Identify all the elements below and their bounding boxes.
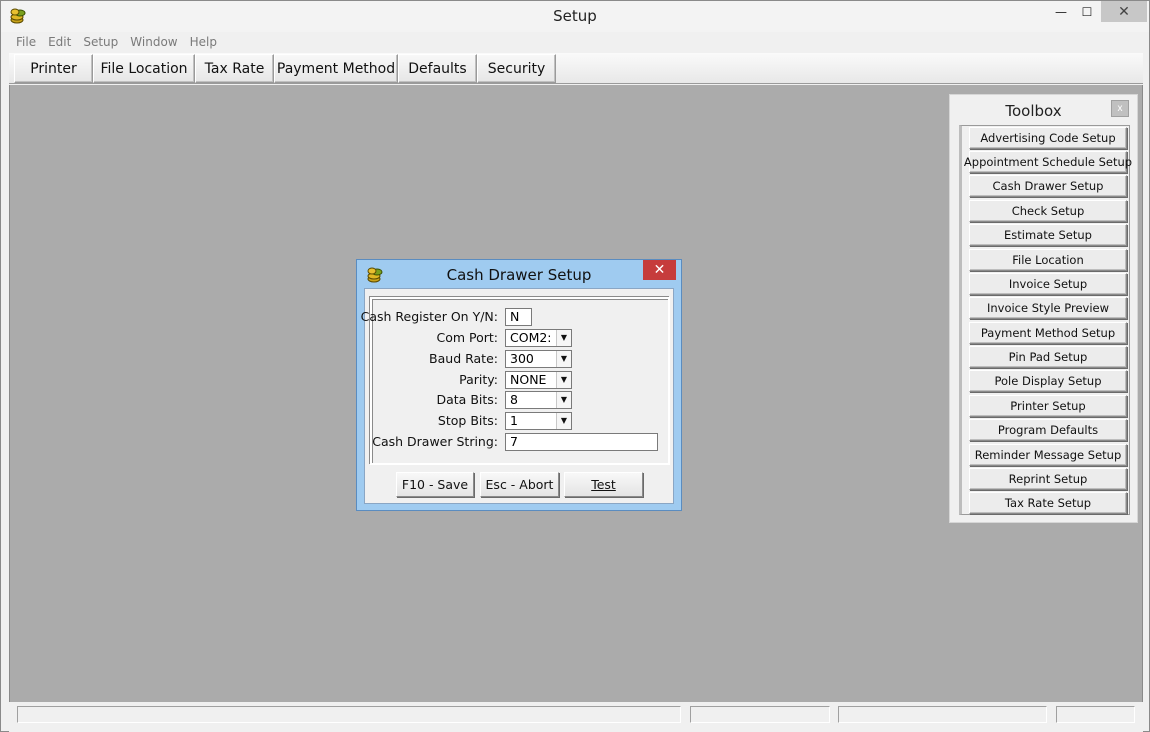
window-title: Setup [553,7,597,25]
chevron-down-icon[interactable]: ▼ [556,413,571,429]
status-pane-3 [838,706,1047,723]
dialog-title-bar[interactable]: Cash Drawer Setup ✕ [357,260,681,288]
title-bar: Setup — ☐ ✕ [1,1,1149,32]
tool-tax-rate-setup[interactable]: Tax Rate Setup [969,492,1127,514]
minimize-button[interactable]: — [1048,1,1074,22]
toolbar-printer-button[interactable]: Printer [14,54,93,83]
tool-reprint-setup[interactable]: Reprint Setup [969,468,1127,490]
dialog-close-button[interactable]: ✕ [643,260,676,280]
parity-label: Parity: [459,372,498,387]
drawer-string-input[interactable]: 7 [505,433,658,451]
stop-bits-label: Stop Bits: [437,413,498,428]
dialog-body: Cash Register On Y/N: N Com Port: COM2: … [361,288,674,504]
toolbar: Printer File Location Tax Rate Payment M… [9,53,1143,84]
toolbox-title: Toolbox [1005,102,1062,120]
test-button[interactable]: Test [564,472,643,497]
baud-rate-select[interactable]: 300 ▼ [505,350,572,368]
tool-program-defaults[interactable]: Program Defaults [969,419,1127,441]
toolbar-defaults-button[interactable]: Defaults [398,54,477,83]
toolbox-list: Advertising Code Setup Appointment Sched… [959,125,1132,515]
stop-bits-select[interactable]: 1 ▼ [505,412,572,430]
tool-reminder-message-setup[interactable]: Reminder Message Setup [969,444,1127,466]
tool-pin-pad-setup[interactable]: Pin Pad Setup [969,346,1127,368]
tool-invoice-style-preview[interactable]: Invoice Style Preview [969,297,1127,319]
toolbar-file-location-button[interactable]: File Location [93,54,195,83]
status-pane-2 [690,706,830,723]
tool-file-location[interactable]: File Location [969,249,1127,271]
status-pane-main [17,706,681,723]
save-button[interactable]: F10 - Save [396,472,474,497]
toolbox-close-icon[interactable]: x [1111,100,1129,117]
status-pane-4 [1056,706,1135,723]
cash-drawer-dialog: Cash Drawer Setup ✕ Cash Register On Y/N… [356,259,682,511]
menu-help[interactable]: Help [190,35,217,49]
tool-appointment-schedule-setup[interactable]: Appointment Schedule Setup [964,151,1132,173]
maximize-button[interactable]: ☐ [1074,1,1100,22]
drawer-string-label: Cash Drawer String: [372,434,498,449]
menu-edit[interactable]: Edit [48,35,71,49]
chevron-down-icon[interactable]: ▼ [556,392,571,408]
tool-invoice-setup[interactable]: Invoice Setup [969,273,1127,295]
com-port-label: Com Port: [436,330,498,345]
data-bits-select[interactable]: 8 ▼ [505,391,572,409]
tool-check-setup[interactable]: Check Setup [969,200,1127,222]
data-bits-value: 8 [510,392,518,407]
dialog-title: Cash Drawer Setup [446,266,592,284]
tool-estimate-setup[interactable]: Estimate Setup [969,224,1127,246]
toolbar-payment-method-button[interactable]: Payment Method [274,54,398,83]
com-port-value: COM2: [510,330,552,345]
toolbox-panel: Toolbox x Advertising Code Setup Appoint… [949,94,1138,523]
toolbar-security-button[interactable]: Security [477,54,556,83]
tool-pole-display-setup[interactable]: Pole Display Setup [969,370,1127,392]
cash-register-label: Cash Register On Y/N: [360,309,498,324]
com-port-select[interactable]: COM2: ▼ [505,329,572,347]
chevron-down-icon[interactable]: ▼ [556,372,571,388]
app-window: Setup — ☐ ✕ File Edit Setup Window Help … [0,0,1150,732]
tool-printer-setup[interactable]: Printer Setup [969,395,1127,417]
data-bits-label: Data Bits: [436,392,499,407]
abort-button[interactable]: Esc - Abort [480,472,559,497]
baud-rate-value: 300 [510,351,534,366]
menu-setup[interactable]: Setup [83,35,118,49]
cash-register-input[interactable]: N [505,308,532,326]
settings-group: Cash Register On Y/N: N Com Port: COM2: … [361,297,670,465]
toolbar-tax-rate-button[interactable]: Tax Rate [195,54,274,83]
menu-file[interactable]: File [16,35,36,49]
parity-value: NONE [510,372,547,387]
chevron-down-icon[interactable]: ▼ [556,351,571,367]
close-button[interactable]: ✕ [1101,1,1147,22]
parity-select[interactable]: NONE ▼ [505,371,572,389]
baud-rate-label: Baud Rate: [429,351,498,366]
tool-payment-method-setup[interactable]: Payment Method Setup [969,322,1127,344]
stop-bits-value: 1 [510,413,518,428]
tool-advertising-code-setup[interactable]: Advertising Code Setup [969,127,1127,149]
tool-cash-drawer-setup[interactable]: Cash Drawer Setup [969,175,1127,197]
menu-window[interactable]: Window [130,35,177,49]
chevron-down-icon[interactable]: ▼ [556,330,571,346]
menu-bar: File Edit Setup Window Help [9,32,1143,52]
status-bar [9,702,1143,732]
